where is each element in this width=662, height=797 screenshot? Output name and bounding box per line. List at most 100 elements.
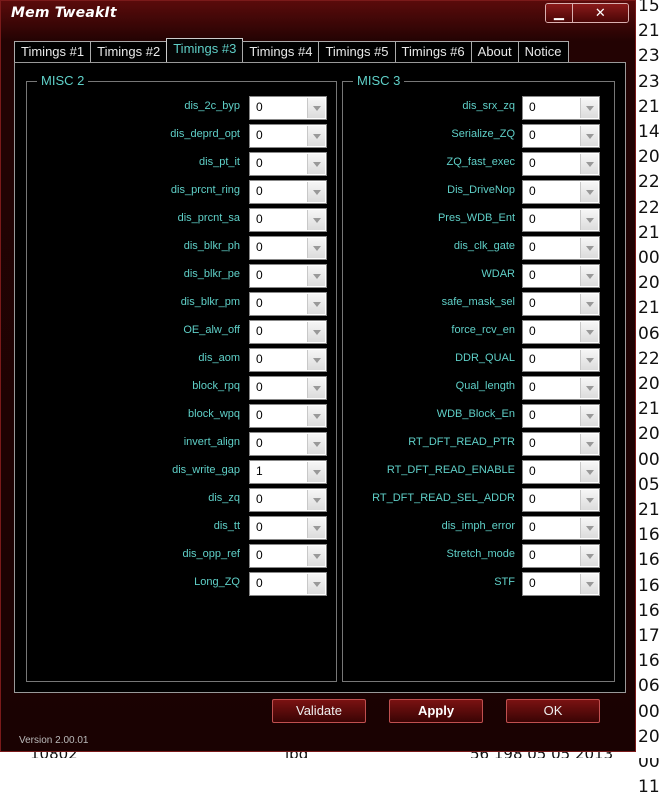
value-dropdown[interactable]: 0 [522,208,600,232]
chevron-down-icon[interactable] [580,490,598,510]
value-dropdown[interactable]: 0 [522,376,600,400]
value-dropdown[interactable]: 0 [522,180,600,204]
chevron-down-icon[interactable] [307,266,325,286]
setting-row: dis_imph_error 0 [343,516,614,540]
value-dropdown[interactable]: 0 [249,152,327,176]
chevron-down-icon[interactable] [580,294,598,314]
validate-button[interactable]: Validate [272,699,366,723]
value-dropdown[interactable]: 0 [249,180,327,204]
chevron-down-icon[interactable] [580,462,598,482]
value-dropdown[interactable]: 0 [249,264,327,288]
value-dropdown[interactable]: 0 [249,404,327,428]
chevron-down-icon[interactable] [307,434,325,454]
value-dropdown[interactable]: 0 [249,348,327,372]
chevron-down-icon[interactable] [580,518,598,538]
value-dropdown[interactable]: 0 [522,460,600,484]
setting-label: dis_deprd_opt [170,128,240,140]
value-dropdown[interactable]: 0 [249,208,327,232]
value-dropdown[interactable]: 0 [522,124,600,148]
tab-timings-3[interactable]: Timings #3 [166,38,244,62]
apply-button[interactable]: Apply [389,699,483,723]
value-dropdown[interactable]: 0 [522,432,600,456]
chevron-down-icon[interactable] [307,574,325,594]
setting-row: Pres_WDB_Ent 0 [343,208,614,232]
tab-timings-1[interactable]: Timings #1 [14,41,92,62]
value-dropdown[interactable]: 0 [249,236,327,260]
chevron-down-icon[interactable] [580,210,598,230]
setting-label: RT_DFT_READ_SEL_ADDR [372,492,515,504]
chevron-down-icon[interactable] [307,154,325,174]
minimize-button[interactable]: ▁ [546,4,573,22]
value-dropdown[interactable]: 0 [522,236,600,260]
chevron-down-icon[interactable] [580,266,598,286]
value-dropdown[interactable]: 0 [249,488,327,512]
tab-timings-4[interactable]: Timings #4 [242,41,320,62]
value-dropdown[interactable]: 1 [249,460,327,484]
dropdown-value: 0 [529,548,536,562]
chevron-down-icon[interactable] [307,126,325,146]
value-dropdown[interactable]: 0 [522,320,600,344]
chevron-down-icon[interactable] [580,574,598,594]
setting-label: dis_opp_ref [182,548,241,560]
background-number: 06 [638,676,660,697]
value-dropdown[interactable]: 0 [249,572,327,596]
dropdown-value: 0 [256,436,263,450]
setting-row: block_rpq 0 [27,376,336,400]
dropdown-value: 0 [256,352,263,366]
chevron-down-icon[interactable] [307,182,325,202]
chevron-down-icon[interactable] [580,406,598,426]
chevron-down-icon[interactable] [307,98,325,118]
value-dropdown[interactable]: 0 [522,264,600,288]
value-dropdown[interactable]: 0 [522,404,600,428]
setting-row: RT_DFT_READ_PTR 0 [343,432,614,456]
chevron-down-icon[interactable] [580,238,598,258]
chevron-down-icon[interactable] [580,126,598,146]
close-button[interactable]: ✕ [572,4,628,22]
chevron-down-icon[interactable] [307,322,325,342]
chevron-down-icon[interactable] [580,154,598,174]
value-dropdown[interactable]: 0 [249,124,327,148]
chevron-down-icon[interactable] [307,462,325,482]
tab-about[interactable]: About [470,41,519,62]
tab-timings-5[interactable]: Timings #5 [318,41,396,62]
chevron-down-icon[interactable] [580,98,598,118]
value-dropdown[interactable]: 0 [249,376,327,400]
chevron-down-icon[interactable] [580,350,598,370]
value-dropdown[interactable]: 0 [249,320,327,344]
tab-notice[interactable]: Notice [517,41,569,62]
value-dropdown[interactable]: 0 [522,152,600,176]
value-dropdown[interactable]: 0 [249,292,327,316]
chevron-down-icon[interactable] [307,210,325,230]
title-bar[interactable]: Mem TweakIt ▁ ✕ [1,1,635,27]
chevron-down-icon[interactable] [580,546,598,566]
value-dropdown[interactable]: 0 [522,544,600,568]
value-dropdown[interactable]: 0 [249,544,327,568]
chevron-down-icon[interactable] [580,378,598,398]
chevron-down-icon[interactable] [580,182,598,202]
tab-timings-6[interactable]: Timings #6 [394,41,472,62]
value-dropdown[interactable]: 0 [249,432,327,456]
chevron-down-icon[interactable] [307,238,325,258]
setting-row: STF 0 [343,572,614,596]
chevron-down-icon[interactable] [307,350,325,370]
value-dropdown[interactable]: 0 [522,572,600,596]
chevron-down-icon[interactable] [580,322,598,342]
chevron-down-icon[interactable] [307,490,325,510]
value-dropdown[interactable]: 0 [249,96,327,120]
value-dropdown[interactable]: 0 [522,96,600,120]
chevron-down-icon[interactable] [307,406,325,426]
value-dropdown[interactable]: 0 [522,292,600,316]
chevron-down-icon[interactable] [580,434,598,454]
setting-row: Qual_length 0 [343,376,614,400]
chevron-down-icon[interactable] [307,378,325,398]
chevron-down-icon[interactable] [307,294,325,314]
dropdown-value: 0 [256,128,263,142]
value-dropdown[interactable]: 0 [249,516,327,540]
tab-timings-2[interactable]: Timings #2 [90,41,168,62]
chevron-down-icon[interactable] [307,546,325,566]
chevron-down-icon[interactable] [307,518,325,538]
value-dropdown[interactable]: 0 [522,516,600,540]
value-dropdown[interactable]: 0 [522,348,600,372]
value-dropdown[interactable]: 0 [522,488,600,512]
ok-button[interactable]: OK [506,699,600,723]
